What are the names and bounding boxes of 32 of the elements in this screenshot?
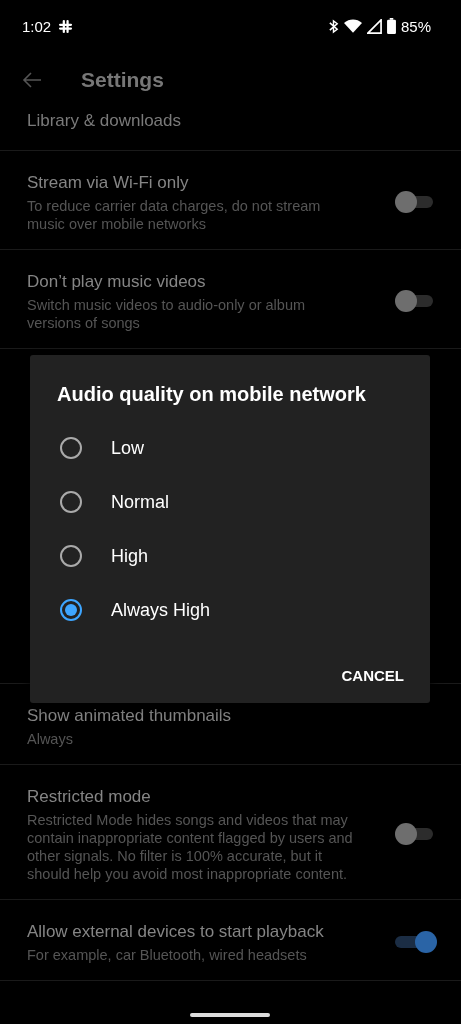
setting-summary: Switch music videos to audio-only or album versions of songs bbox=[27, 296, 307, 332]
status-time: 1:02 bbox=[22, 17, 52, 35]
setting-summary: For example, car Bluetooth, wired headsets bbox=[27, 946, 308, 964]
section-header: Library & downloads bbox=[0, 108, 461, 151]
setting-summary: Always bbox=[27, 730, 74, 748]
radio-button[interactable] bbox=[60, 545, 82, 567]
radio-button[interactable] bbox=[60, 491, 82, 513]
option-label: Low bbox=[111, 437, 145, 459]
hash-icon bbox=[58, 18, 74, 34]
setting-title: Show animated thumbnails bbox=[27, 705, 233, 727]
option-label: Normal bbox=[111, 491, 169, 513]
toggle-switch[interactable] bbox=[395, 290, 433, 312]
screen-title: Settings bbox=[81, 68, 164, 92]
cancel-button[interactable]: CANCEL bbox=[337, 659, 408, 692]
signal-icon bbox=[366, 18, 382, 34]
toggle-switch[interactable] bbox=[395, 823, 433, 845]
toggle-switch[interactable] bbox=[395, 191, 433, 213]
option-label: Always High bbox=[111, 599, 211, 621]
bluetooth-icon bbox=[327, 18, 339, 34]
battery-percent: 85% bbox=[400, 17, 431, 35]
radio-button[interactable] bbox=[60, 437, 82, 459]
battery-icon bbox=[386, 18, 396, 34]
option-label: High bbox=[111, 545, 149, 567]
setting-title: Stream via Wi-Fi only bbox=[27, 172, 190, 194]
setting-title: Allow external devices to start playback bbox=[27, 921, 325, 943]
setting-title: Restricted mode bbox=[27, 786, 152, 808]
wifi-icon bbox=[343, 18, 362, 34]
setting-summary: To reduce carrier data charges, do not stream music over mobile networks bbox=[27, 197, 322, 233]
setting-title: Don’t play music videos bbox=[27, 271, 207, 293]
radio-button[interactable] bbox=[60, 599, 82, 621]
dialog-title: Audio quality on mobile network bbox=[56, 383, 367, 407]
setting-summary: Restricted Mode hides songs and videos that may contain inappropriate content flagged by users and other signals. No filter is 100% accurate, but it should help you avoid most inappropriate content. bbox=[27, 811, 354, 883]
